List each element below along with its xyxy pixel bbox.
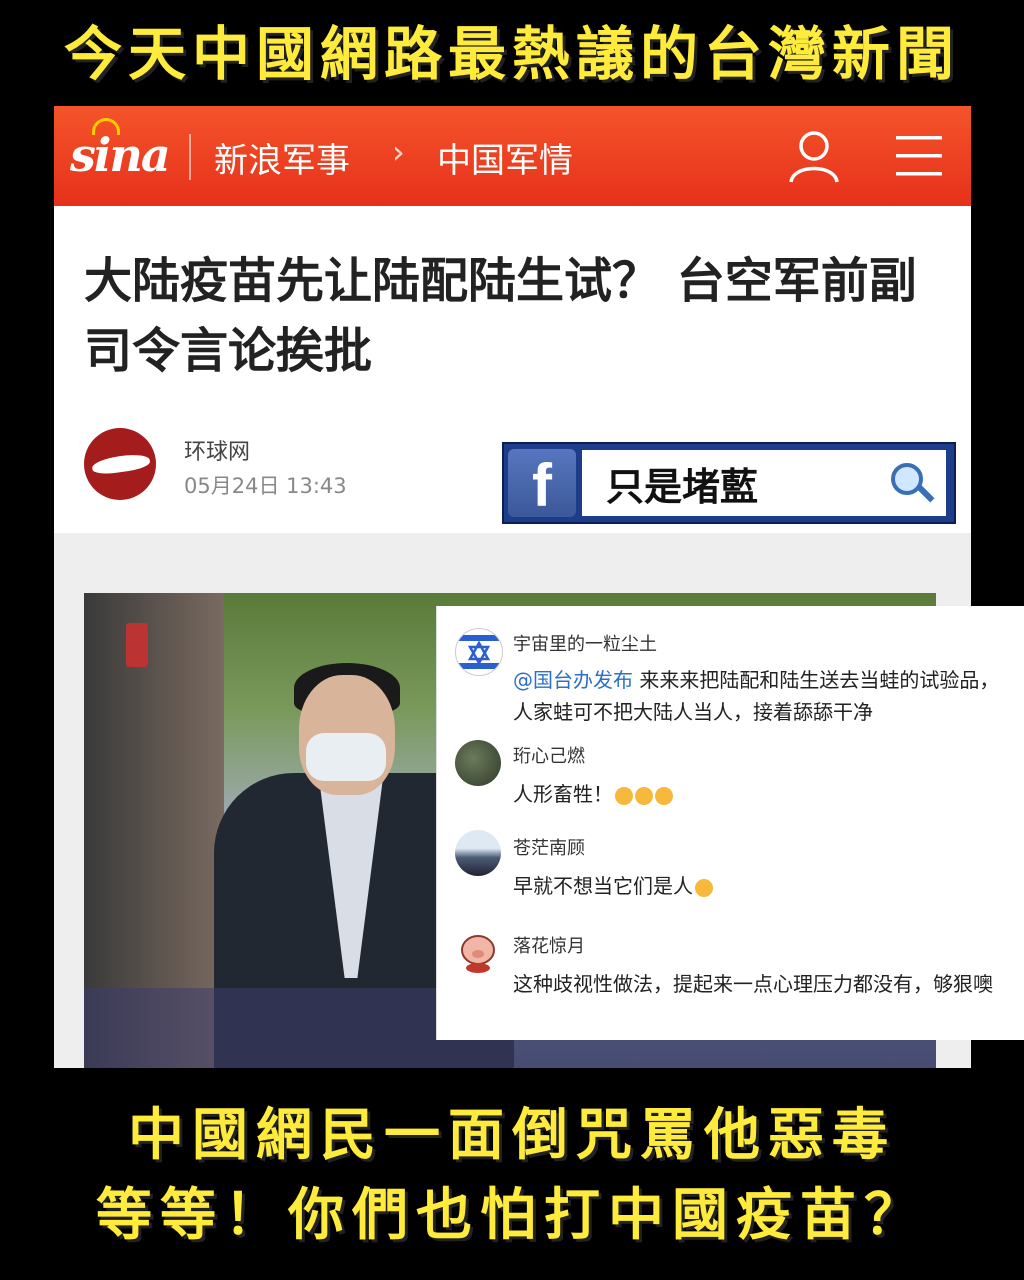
comment-username[interactable]: 落花惊月 [513, 932, 585, 958]
comment-text: @国台办发布 来来来把陆配和陆生送去当蛙的试验品，人家蛙可不把大陆人当人，接着舔… [513, 664, 1013, 728]
angry-emoji-icon [635, 786, 653, 805]
user-icon[interactable] [788, 130, 840, 184]
user-avatar[interactable] [455, 628, 503, 676]
breadcrumb-subsection[interactable]: 中国军情 [437, 133, 573, 182]
breadcrumb-section[interactable]: 新浪军事 [214, 133, 350, 182]
facebook-tag-label-box: 只是堵藍 [582, 450, 946, 516]
comment-body: 早就不想当它们是人 [513, 874, 693, 898]
facebook-page-tag[interactable]: f 只是堵藍 [502, 442, 956, 524]
top-caption: 今天中國網路最熱議的台灣新聞 [63, 20, 960, 88]
comment-username[interactable]: 宇宙里的一粒尘土 [513, 630, 657, 656]
bottom-caption-line2: 等等！你們也怕打中國疫苗？ [96, 1183, 928, 1248]
facebook-icon: f [508, 449, 576, 519]
sina-eye-icon [92, 118, 120, 135]
mention-link[interactable]: @国台办发布 [513, 668, 633, 692]
hamburger-menu-icon[interactable] [896, 132, 942, 180]
logo-text: sina [70, 128, 171, 182]
breadcrumb-chevron-icon: › [392, 133, 405, 171]
source-name[interactable]: 环球网 [184, 434, 250, 466]
comment-text: 早就不想当它们是人 [513, 870, 1013, 902]
sina-header-bar: sina 新浪军事 › 中国军情 [54, 106, 971, 206]
comment-panel: 宇宙里的一粒尘土 @国台办发布 来来来把陆配和陆生送去当蛙的试验品，人家蛙可不把… [436, 606, 1024, 1040]
article-headline[interactable]: 大陆疫苗先让陆配陆生试？ 台空军前副司令言论挨批 [84, 246, 944, 386]
angry-emoji-icon [615, 786, 633, 805]
section-spacer [54, 533, 971, 593]
emoji-icon [695, 878, 713, 897]
comment-username[interactable]: 苍茫南顾 [513, 834, 585, 860]
source-avatar[interactable] [84, 428, 156, 500]
facebook-page-name: 只是堵藍 [606, 465, 759, 509]
sina-logo[interactable]: sina [70, 118, 171, 182]
magnifier-icon [891, 463, 935, 503]
user-avatar[interactable] [455, 928, 501, 974]
flag-avatar-icon [456, 635, 502, 669]
user-avatar[interactable] [455, 830, 501, 876]
bottom-caption-line1: 中國網民一面倒咒罵他惡毒 [128, 1103, 896, 1168]
pig-avatar-icon [461, 935, 495, 973]
comment-username[interactable]: 珩心己燃 [513, 742, 585, 768]
user-avatar[interactable] [455, 740, 501, 786]
speaker-mask [306, 733, 386, 781]
source-logo-icon [91, 452, 151, 476]
comment-text: 人形畜牲！ [513, 778, 1013, 810]
publish-time: 05月24日 13:43 [184, 474, 347, 498]
video-red-light [126, 623, 148, 667]
header-divider [189, 134, 191, 180]
angry-emoji-icon [655, 786, 673, 805]
comment-text: 这种歧视性做法，提起来一点心理压力都没有，够狠噢 [513, 972, 993, 996]
comment-body: 人形畜牲！ [513, 782, 613, 806]
